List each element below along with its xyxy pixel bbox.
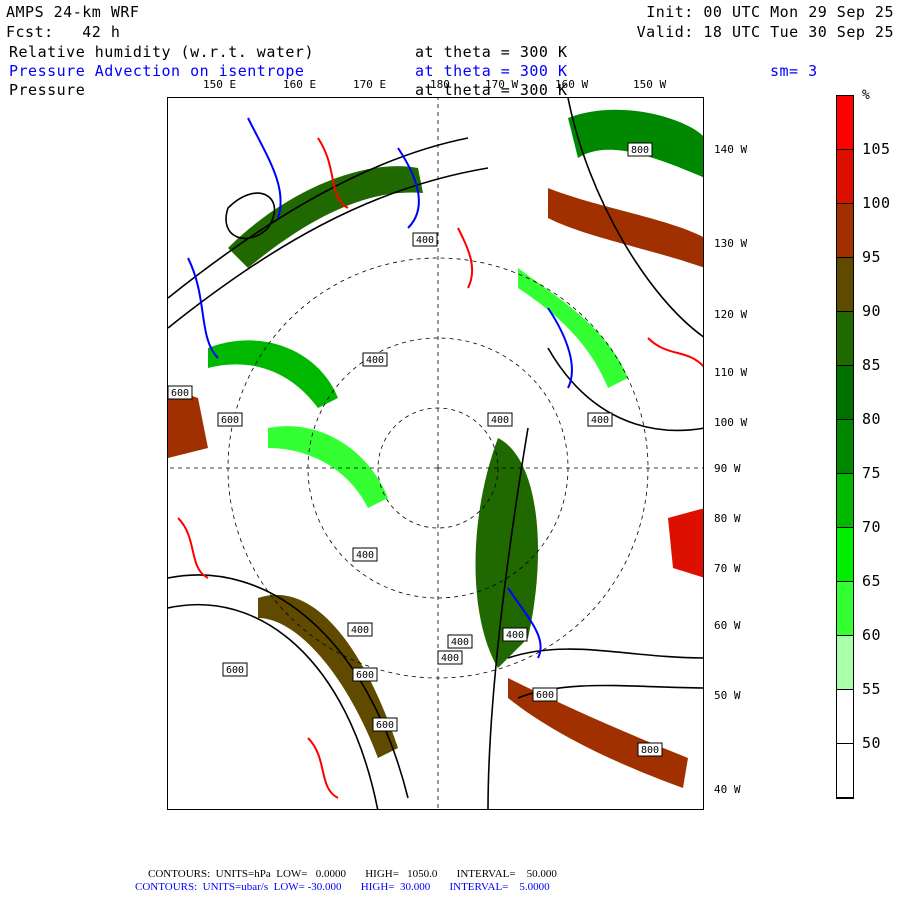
contour-label: 400 [412, 232, 438, 247]
model-title: AMPS 24-km WRF [6, 3, 140, 21]
colorbar-segment [837, 744, 853, 798]
contour-label: 600 [168, 385, 193, 400]
lon-label-top: 160 W [555, 78, 589, 91]
lon-label-right: 90 W [714, 462, 741, 475]
lat-lon-grid [168, 98, 703, 809]
lon-label-right: 100 W [714, 416, 748, 429]
contour-label: 400 [437, 650, 463, 665]
svg-text:400: 400 [351, 625, 369, 636]
contour-label: 400 [487, 412, 513, 427]
svg-text:600: 600 [356, 670, 374, 681]
colorbar-unit: % [862, 88, 871, 103]
contour-label: 400 [502, 627, 528, 642]
colorbar-label: 80 [862, 410, 882, 428]
colorbar-segment [837, 420, 853, 474]
lon-label-right: 60 W [714, 619, 741, 632]
lon-label-top: 180 [430, 78, 450, 91]
contour-label: 400 [587, 412, 613, 427]
lon-label-right: 50 W [714, 689, 741, 702]
svg-text:400: 400 [441, 653, 459, 664]
colorbar-segment [837, 366, 853, 420]
colorbar-segment [837, 312, 853, 366]
field-rh-level: at theta = 300 K [415, 43, 568, 61]
svg-text:600: 600 [376, 720, 394, 731]
lon-label-top: 170 E [353, 78, 387, 91]
colorbar-segment [837, 582, 853, 636]
colorbar-segment [837, 636, 853, 690]
lon-label-right: 70 W [714, 562, 741, 575]
lon-label-right: 110 W [714, 366, 748, 379]
lon-label-top: 170 W [485, 78, 519, 91]
svg-text:600: 600 [536, 690, 554, 701]
footer-pressure-contours: CONTOURS: UNITS=hPa LOW= 0.0000 HIGH= 10… [148, 868, 557, 880]
svg-text:800: 800 [641, 745, 659, 756]
forecast-hour: Fcst: 42 h [6, 23, 121, 41]
colorbar-label: 90 [862, 302, 882, 320]
colorbar-segment [837, 96, 853, 150]
field-pressure-label: Pressure [9, 81, 86, 99]
colorbar-label: 75 [862, 464, 882, 482]
colorbar-label: 55 [862, 680, 882, 698]
contour-label: 600 [217, 412, 243, 427]
colorbar-segment [837, 474, 853, 528]
contour-label: 600 [372, 717, 398, 732]
colorbar-label: 70 [862, 518, 882, 536]
colorbar-segment [837, 690, 853, 744]
colorbar-segment [837, 204, 853, 258]
colorbar-segment [837, 150, 853, 204]
svg-text:400: 400 [591, 415, 609, 426]
lon-label-top: 150 E [203, 78, 237, 91]
contour-label: 800 [637, 742, 663, 757]
colorbar-label: 50 [862, 734, 882, 752]
contour-label: 800 [627, 142, 653, 157]
contour-label: 400 [447, 634, 473, 649]
svg-text:400: 400 [416, 235, 434, 246]
contour-label: 600 [222, 662, 248, 677]
colorbar-label: 100 [862, 194, 891, 212]
field-padv-label: Pressure Advection on isentrope [9, 62, 305, 80]
svg-text:800: 800 [631, 145, 649, 156]
lon-label-right: 120 W [714, 308, 748, 321]
lon-label-right: 80 W [714, 512, 741, 525]
colorbar-label: 105 [862, 140, 891, 158]
init-time: Init: 00 UTC Mon 29 Sep 25 [646, 3, 894, 21]
contour-label: 600 [532, 687, 558, 702]
contour-label: 400 [347, 622, 373, 637]
contour-label: 600 [352, 667, 378, 682]
svg-text:600: 600 [221, 415, 239, 426]
svg-text:400: 400 [506, 630, 524, 641]
colorbar-label: 95 [862, 248, 882, 266]
svg-text:600: 600 [226, 665, 244, 676]
footer-advection-contours: CONTOURS: UNITS=ubar/s LOW= -30.000 HIGH… [135, 881, 550, 893]
contour-label: 400 [352, 547, 378, 562]
svg-text:400: 400 [356, 550, 374, 561]
colorbar [836, 95, 854, 799]
lon-label-right: 130 W [714, 237, 748, 250]
lon-label-right: 40 W [714, 783, 741, 796]
map-canvas: 400 400 400 400 400 400 400 400 400 600 600 600 600 6… [168, 98, 703, 809]
lon-label-top: 160 E [283, 78, 317, 91]
colorbar-label: 65 [862, 572, 882, 590]
map-panel: 400 400 400 400 400 400 400 400 400 600 600 600 600 6… [167, 97, 704, 810]
colorbar-segment [837, 528, 853, 582]
lon-label-top: 150 W [633, 78, 667, 91]
svg-text:400: 400 [451, 637, 469, 648]
svg-text:400: 400 [366, 355, 384, 366]
colorbar-segment [837, 258, 853, 312]
svg-text:400: 400 [491, 415, 509, 426]
colorbar-label: 60 [862, 626, 882, 644]
pressure-contours [168, 98, 703, 809]
colorbar-label: 85 [862, 356, 882, 374]
svg-text:600: 600 [171, 388, 189, 399]
lon-label-right: 140 W [714, 143, 748, 156]
valid-time: Valid: 18 UTC Tue 30 Sep 25 [636, 23, 894, 41]
contour-label: 400 [362, 352, 388, 367]
smoothing-label: sm= 3 [770, 62, 818, 80]
field-rh-label: Relative humidity (w.r.t. water) [9, 43, 314, 61]
